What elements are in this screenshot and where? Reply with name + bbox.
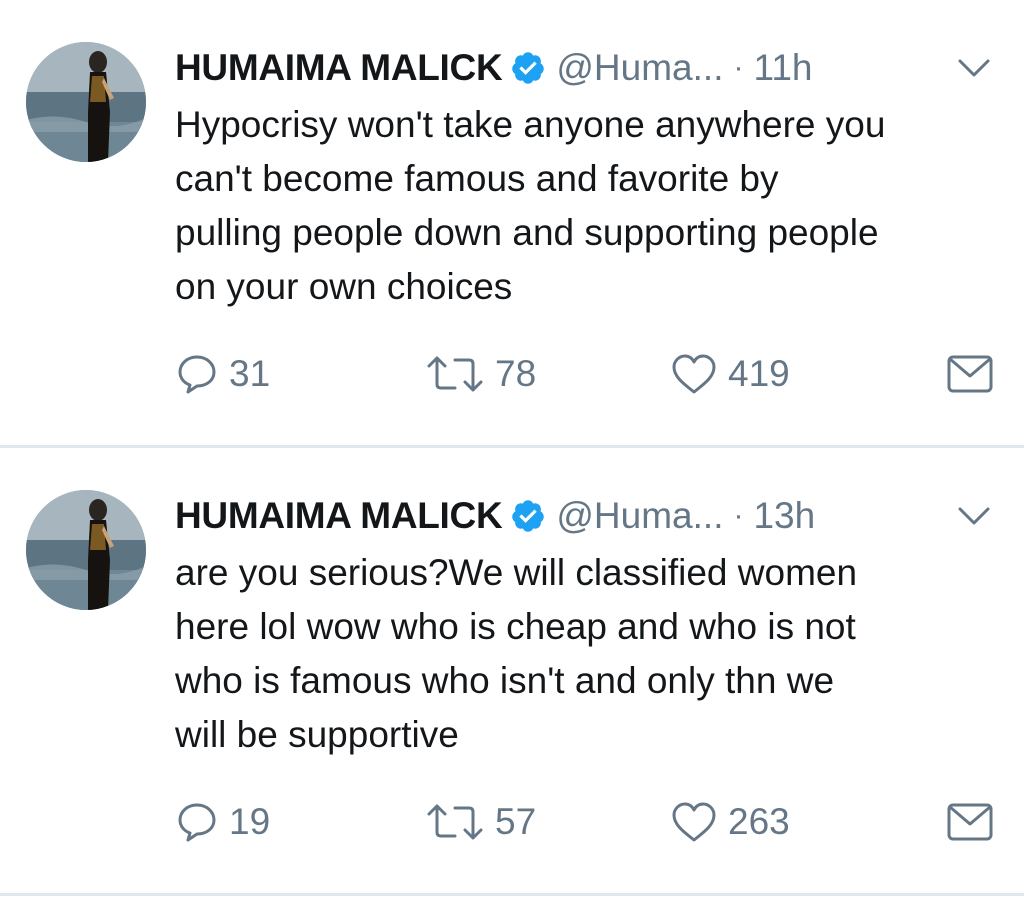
author-name[interactable]: HUMAIMA MALICK bbox=[175, 47, 503, 89]
avatar[interactable] bbox=[26, 490, 146, 610]
direct-message-button[interactable] bbox=[946, 796, 994, 848]
tweet-header: HUMAIMA MALICK @Huma... · 11h bbox=[175, 40, 994, 96]
tweet[interactable]: HUMAIMA MALICK @Huma... · 13h are you se… bbox=[0, 448, 1024, 896]
reply-button[interactable]: 19 bbox=[175, 796, 270, 848]
author-handle[interactable]: @Huma... bbox=[556, 495, 723, 537]
envelope-icon bbox=[946, 352, 994, 396]
reply-count: 19 bbox=[229, 801, 271, 842]
heart-icon bbox=[670, 800, 718, 844]
reply-icon bbox=[175, 800, 219, 844]
verified-badge-icon bbox=[510, 50, 546, 86]
like-button[interactable]: 419 bbox=[670, 348, 790, 400]
like-count: 419 bbox=[728, 353, 790, 394]
reply-button[interactable]: 31 bbox=[175, 348, 270, 400]
envelope-icon bbox=[946, 800, 994, 844]
tweet-actions: 19 57 263 bbox=[175, 796, 994, 848]
tweet-text: Hypocrisy won't take anyone anywhere you… bbox=[175, 104, 886, 307]
tweet-actions: 31 78 419 bbox=[175, 348, 994, 400]
author-handle[interactable]: @Huma... bbox=[556, 47, 723, 89]
reply-icon bbox=[175, 352, 219, 396]
tweet-feed: HUMAIMA MALICK @Huma... · 11h Hypocrisy … bbox=[0, 0, 1024, 896]
chevron-down-icon[interactable] bbox=[954, 500, 994, 532]
verified-badge-icon bbox=[510, 498, 546, 534]
chevron-down-icon[interactable] bbox=[954, 52, 994, 84]
direct-message-button[interactable] bbox=[946, 348, 994, 400]
like-button[interactable]: 263 bbox=[670, 796, 790, 848]
retweet-button[interactable]: 78 bbox=[425, 348, 536, 400]
retweet-icon bbox=[425, 800, 485, 844]
retweet-button[interactable]: 57 bbox=[425, 796, 536, 848]
reply-count: 31 bbox=[229, 353, 271, 394]
tweet-header: HUMAIMA MALICK @Huma... · 13h bbox=[175, 488, 994, 544]
retweet-count: 78 bbox=[495, 353, 537, 394]
separator-dot: · bbox=[733, 51, 744, 84]
tweet-timestamp[interactable]: 11h bbox=[753, 47, 812, 89]
tweet-timestamp[interactable]: 13h bbox=[753, 495, 815, 537]
avatar[interactable] bbox=[26, 42, 146, 162]
heart-icon bbox=[670, 352, 718, 396]
author-name[interactable]: HUMAIMA MALICK bbox=[175, 495, 503, 537]
retweet-count: 57 bbox=[495, 801, 537, 842]
tweet[interactable]: HUMAIMA MALICK @Huma... · 11h Hypocrisy … bbox=[0, 0, 1024, 448]
tweet-text: are you serious?We will classified women… bbox=[175, 552, 858, 755]
retweet-icon bbox=[425, 352, 485, 396]
like-count: 263 bbox=[728, 801, 790, 842]
separator-dot: · bbox=[733, 499, 744, 532]
